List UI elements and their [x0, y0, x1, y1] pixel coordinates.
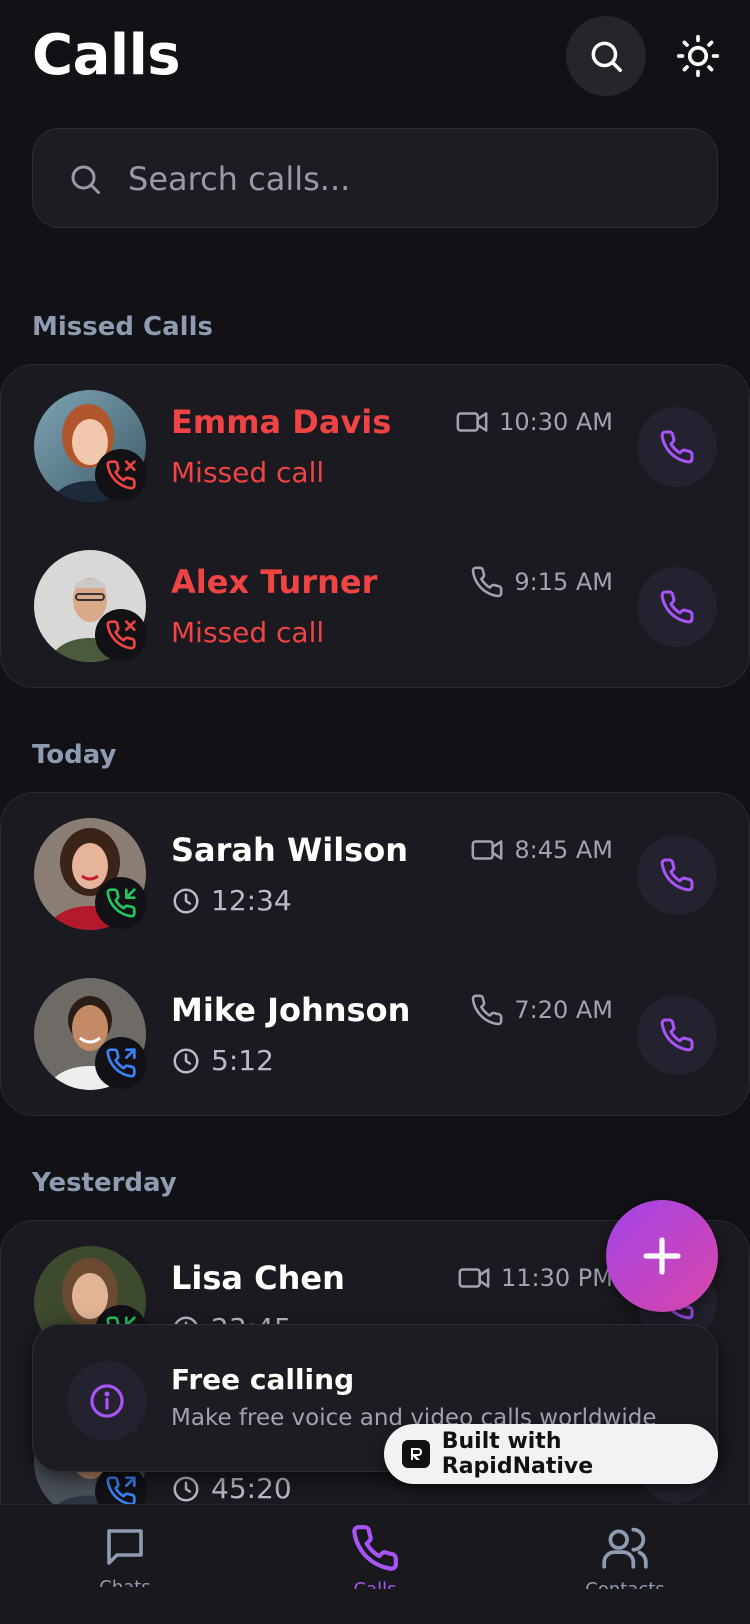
plus-icon [643, 1237, 681, 1275]
call-back-button[interactable] [637, 835, 717, 915]
call-duration-text: 5:12 [211, 1044, 274, 1077]
call-time-text: 11:30 PM [501, 1264, 613, 1292]
theme-toggle-button[interactable] [668, 26, 728, 86]
built-with-label: Built with RapidNative [441, 1429, 594, 1479]
section-title-today: Today [32, 740, 117, 770]
call-duration: 12:34 [171, 883, 292, 919]
caller-name: Emma Davis [171, 403, 392, 441]
clock-icon [173, 888, 199, 914]
clock-icon [173, 1048, 199, 1074]
call-status: Missed call [171, 456, 325, 489]
search-input[interactable]: Search calls... [32, 128, 718, 228]
call-time: 7:20 AM [470, 993, 613, 1027]
missed-call-badge [95, 449, 147, 501]
phone-icon [660, 1018, 694, 1052]
today-calls-card: Sarah Wilson 12:34 8:45 AM Mike Johnson … [0, 792, 750, 1116]
call-time-text: 8:45 AM [514, 836, 613, 864]
call-time: 11:30 PM [457, 1261, 613, 1295]
page-title: Calls [32, 23, 181, 88]
call-row-alex[interactable]: Alex Turner Missed call 9:15 AM [1, 525, 750, 685]
search-icon [71, 165, 100, 194]
tab-label: Contacts [585, 1579, 664, 1589]
section-title-yesterday: Yesterday [32, 1168, 177, 1198]
caller-name: Alex Turner [171, 563, 378, 601]
call-row-mike[interactable]: Mike Johnson 5:12 7:20 AM [1, 953, 750, 1113]
tab-contacts[interactable]: Contacts [565, 1523, 685, 1623]
phone-icon [472, 994, 503, 1026]
clock-icon [173, 1476, 199, 1502]
call-status: Missed call [171, 616, 325, 649]
phone-icon [660, 430, 694, 464]
info-icon [90, 1384, 124, 1418]
missed-call-badge [95, 609, 147, 661]
video-icon [456, 412, 488, 432]
call-duration: 45:20 [171, 1471, 292, 1507]
caller-name: Mike Johnson [171, 991, 411, 1029]
outgoing-call-badge [95, 1037, 147, 1089]
search-placeholder: Search calls... [128, 160, 351, 198]
call-time-text: 7:20 AM [514, 996, 613, 1024]
users-icon [602, 1527, 648, 1569]
caller-name: Lisa Chen [171, 1259, 345, 1297]
call-time-text: 9:15 AM [514, 568, 613, 596]
call-time: 10:30 AM [455, 405, 613, 439]
video-icon [458, 1268, 490, 1288]
header-search-button[interactable] [566, 16, 646, 96]
call-row-emma[interactable]: Emma Davis Missed call 10:30 AM [1, 365, 750, 525]
chat-bubble-icon [107, 1529, 143, 1565]
call-back-button[interactable] [637, 567, 717, 647]
built-with-badge[interactable]: Built with RapidNative [384, 1424, 718, 1484]
call-duration-text: 45:20 [211, 1472, 292, 1505]
phone-missed-icon [106, 620, 136, 650]
incoming-call-badge [95, 877, 147, 929]
call-time-text: 10:30 AM [499, 408, 613, 436]
phone-outgoing-icon [106, 1476, 136, 1506]
call-row-sarah[interactable]: Sarah Wilson 12:34 8:45 AM [1, 793, 750, 953]
bottom-tab-bar: Chats Calls Contacts [0, 1504, 750, 1624]
rapidnative-logo-icon [402, 1440, 430, 1468]
phone-incoming-icon [106, 888, 136, 918]
phone-icon [660, 590, 694, 624]
call-back-button[interactable] [637, 407, 717, 487]
phone-icon [660, 858, 694, 892]
caller-name: Sarah Wilson [171, 831, 408, 869]
phone-icon [472, 566, 503, 598]
toast-info-badge [67, 1361, 147, 1441]
call-time: 8:45 AM [470, 833, 613, 867]
tab-calls[interactable]: Calls [315, 1523, 435, 1623]
call-duration-text: 12:34 [211, 884, 292, 917]
phone-icon [352, 1525, 398, 1571]
call-back-button[interactable] [637, 995, 717, 1075]
call-duration: 5:12 [171, 1043, 274, 1079]
tab-label: Calls [354, 1579, 397, 1589]
phone-missed-icon [106, 460, 136, 490]
section-title-missed: Missed Calls [32, 312, 213, 342]
toast-title: Free calling [171, 1363, 355, 1396]
sun-icon [676, 34, 720, 78]
search-icon [591, 41, 622, 72]
app-header: Calls [0, 0, 750, 115]
tab-label: Chats [99, 1577, 150, 1587]
video-icon [471, 840, 503, 860]
tab-chats[interactable]: Chats [65, 1523, 185, 1623]
call-time: 9:15 AM [470, 565, 613, 599]
new-call-fab[interactable] [606, 1200, 718, 1312]
phone-outgoing-icon [106, 1048, 136, 1078]
missed-calls-card: Emma Davis Missed call 10:30 AM Alex Tur… [0, 364, 750, 688]
